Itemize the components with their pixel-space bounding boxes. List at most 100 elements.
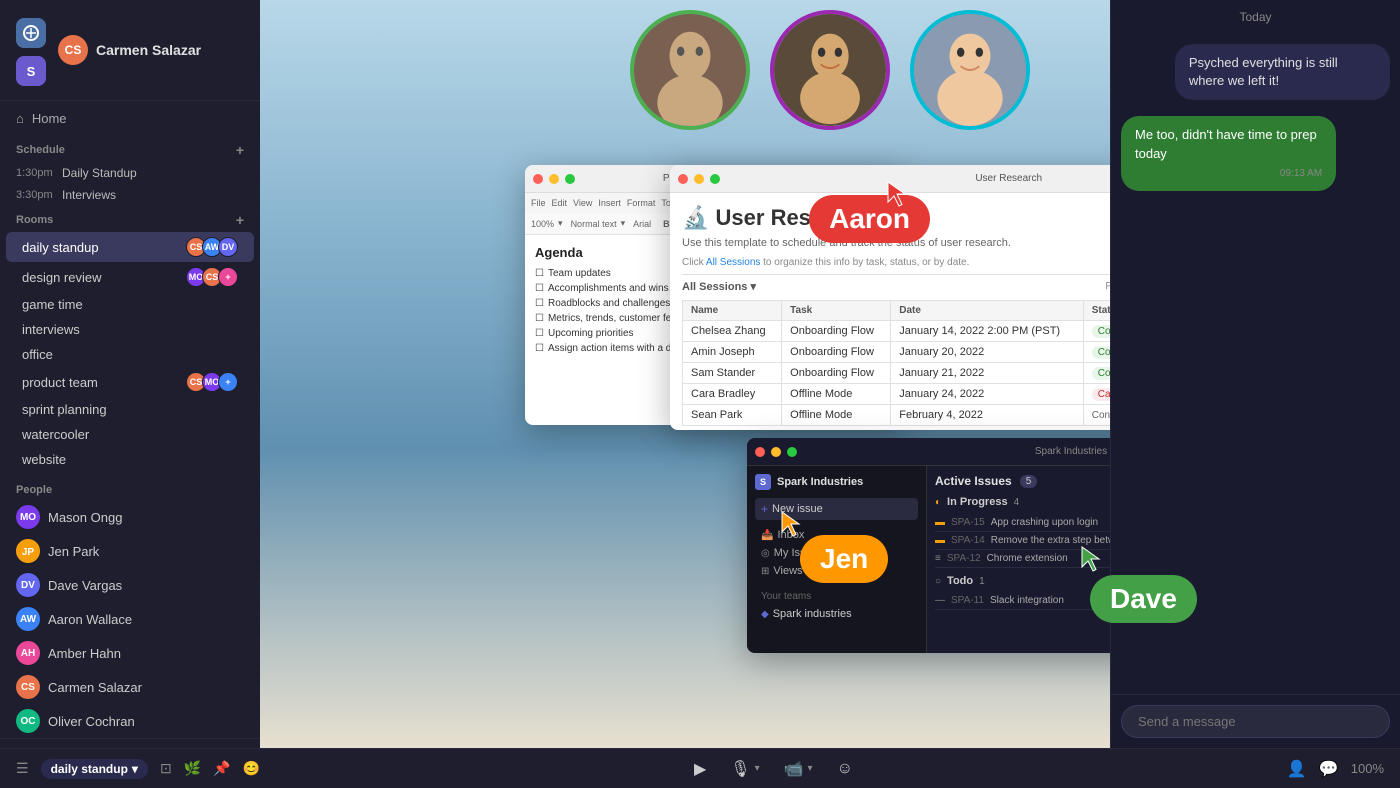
people-item-mason[interactable]: MO Mason Ongg xyxy=(0,500,260,534)
chat-messages-inner: Psyched everything is still where we lef… xyxy=(1121,44,1390,207)
room-item-watercooler[interactable]: watercooler xyxy=(6,422,254,447)
participant-2-avatar xyxy=(770,10,890,130)
window-maximize-button[interactable] xyxy=(565,174,575,184)
toggle-sidebar-icon[interactable]: ☰ xyxy=(16,760,29,777)
people-item-dave[interactable]: DV Dave Vargas xyxy=(0,568,260,602)
room-item-design-review[interactable]: design review MO CS + xyxy=(6,262,254,292)
chat-toggle-icon[interactable]: 💬 xyxy=(1319,759,1339,779)
active-issues-count: 5 xyxy=(1020,475,1038,488)
screen-share-icon[interactable]: ⊡ xyxy=(160,760,172,777)
window-close-button[interactable] xyxy=(755,447,765,457)
toolbar-center: ▶ 🎙 ▾ 📹 ▾ ☺ xyxy=(276,759,1271,779)
avatar: OC xyxy=(16,709,40,733)
toolbar-left: ☰ daily standup ▾ ⊡ 🌿 📌 😊 xyxy=(16,759,260,779)
leaves-icon[interactable]: 🌿 xyxy=(184,760,201,777)
col-task: Task xyxy=(782,301,891,321)
schedule-item-standup[interactable]: 1:30pm Daily Standup xyxy=(0,162,260,184)
home-nav-item[interactable]: ⌂ Home xyxy=(0,101,260,136)
participant-jen-label: Jen xyxy=(800,535,888,583)
priority-icon: ≡ xyxy=(935,553,941,564)
active-issues-label: Active Issues xyxy=(935,474,1012,488)
add-schedule-button[interactable]: + xyxy=(236,142,244,158)
spark-icon: ◆ xyxy=(761,609,769,620)
room-item-sprint-planning[interactable]: sprint planning xyxy=(6,397,254,422)
chat-bubble-psyched: Psyched everything is still where we lef… xyxy=(1175,44,1390,100)
schedule-section-header: Schedule + xyxy=(0,136,260,162)
mic-dropdown[interactable]: ▾ xyxy=(755,763,760,774)
window-minimize-button[interactable] xyxy=(694,174,704,184)
room-item-game-time[interactable]: game time xyxy=(6,292,254,317)
participant-1-video xyxy=(634,14,746,126)
issue-id: SPA-12 xyxy=(947,553,981,564)
room-avatars: MO CS + xyxy=(190,267,238,287)
record-button[interactable]: ▶ xyxy=(694,759,706,779)
emoji-icon[interactable]: 😊 xyxy=(243,760,260,777)
window-minimize-button[interactable] xyxy=(771,447,781,457)
people-item-amber[interactable]: AH Amber Hahn xyxy=(0,636,260,670)
issues-icon: ◎ xyxy=(761,548,770,559)
room-avatars: CS MO + xyxy=(190,372,238,392)
user-avatar: CS xyxy=(58,35,88,65)
avatar: CS xyxy=(16,675,40,699)
sidebar: S CS Carmen Salazar ⌂ Home Schedule + 1:… xyxy=(0,0,260,748)
toolbar-right: 👤 💬 100% xyxy=(1287,759,1384,779)
todo-icon: ○ xyxy=(935,576,941,587)
priority-icon: ▬ xyxy=(935,517,945,528)
chat-date-label: Today xyxy=(1111,0,1400,34)
room-item-product-team[interactable]: product team CS MO + xyxy=(6,367,254,397)
linear-team-header: S Spark Industries xyxy=(755,474,918,490)
in-progress-icon: ◐ xyxy=(935,497,941,508)
chat-message-input[interactable] xyxy=(1121,705,1390,738)
room-item-website[interactable]: website xyxy=(6,447,254,472)
participant-1-avatar xyxy=(630,10,750,130)
issue-id: SPA-14 xyxy=(951,535,985,546)
window-maximize-button[interactable] xyxy=(710,174,720,184)
cursor-jen xyxy=(780,510,804,545)
issue-id: SPA-15 xyxy=(951,517,985,528)
linear-spark-item[interactable]: ◆ Spark industries xyxy=(755,605,918,623)
people-item-aaron[interactable]: AW Aaron Wallace xyxy=(0,602,260,636)
chat-panel: Today Psyched everything is still where … xyxy=(1110,0,1400,748)
workspace-icon[interactable]: S xyxy=(16,56,46,86)
people-item-carmen[interactable]: CS Carmen Salazar xyxy=(0,670,260,704)
all-sessions-link[interactable]: All Sessions xyxy=(706,257,760,268)
schedule-item-interviews[interactable]: 3:30pm Interviews xyxy=(0,184,260,206)
reactions-button[interactable]: ☺ xyxy=(837,760,853,778)
chat-bubble-metoo: Me too, didn't have time to prep today 0… xyxy=(1121,116,1336,190)
inbox-icon: 📥 xyxy=(761,530,773,541)
window-close-button[interactable] xyxy=(533,174,543,184)
in-progress-label: In Progress xyxy=(947,496,1008,508)
views-label: Views xyxy=(773,565,802,577)
todo-count: 1 xyxy=(979,576,985,587)
notion-all-sessions[interactable]: All Sessions ▾ xyxy=(682,280,756,293)
video-button[interactable]: 📹 ▾ xyxy=(784,759,813,779)
people-section-header: People xyxy=(0,478,260,500)
app-logo-icon xyxy=(16,18,46,48)
window-maximize-button[interactable] xyxy=(787,447,797,457)
in-progress-count: 4 xyxy=(1014,497,1020,508)
record-icon: ▶ xyxy=(694,759,706,779)
room-avatar: + xyxy=(218,267,238,287)
participants-icon[interactable]: 👤 xyxy=(1287,759,1307,779)
people-item-oliver[interactable]: OC Oliver Cochran xyxy=(0,704,260,738)
room-item-daily-standup[interactable]: daily standup CS AW DV xyxy=(6,232,254,262)
mic-button[interactable]: 🎙 ▾ xyxy=(730,759,759,779)
room-item-office[interactable]: office xyxy=(6,342,254,367)
participant-2-video xyxy=(774,14,886,126)
username-label: Carmen Salazar xyxy=(96,42,201,58)
views-icon: ⊞ xyxy=(761,566,769,577)
room-item-interviews[interactable]: interviews xyxy=(6,317,254,342)
add-room-button[interactable]: + xyxy=(236,212,244,228)
todo-label: Todo xyxy=(947,575,973,587)
video-icon: 📹 xyxy=(784,759,804,779)
video-dropdown[interactable]: ▾ xyxy=(808,763,813,774)
current-room-chip[interactable]: daily standup ▾ xyxy=(41,759,148,779)
svg-text:JP: JP xyxy=(22,547,35,558)
priority-icon: ▬ xyxy=(935,535,945,546)
window-minimize-button[interactable] xyxy=(549,174,559,184)
linear-team-icon: S xyxy=(755,474,771,490)
participant-aaron-label: Aaron xyxy=(809,195,930,243)
pin-icon[interactable]: 📌 xyxy=(213,760,230,777)
window-close-button[interactable] xyxy=(678,174,688,184)
people-item-jen[interactable]: JP Jen Park xyxy=(0,534,260,568)
